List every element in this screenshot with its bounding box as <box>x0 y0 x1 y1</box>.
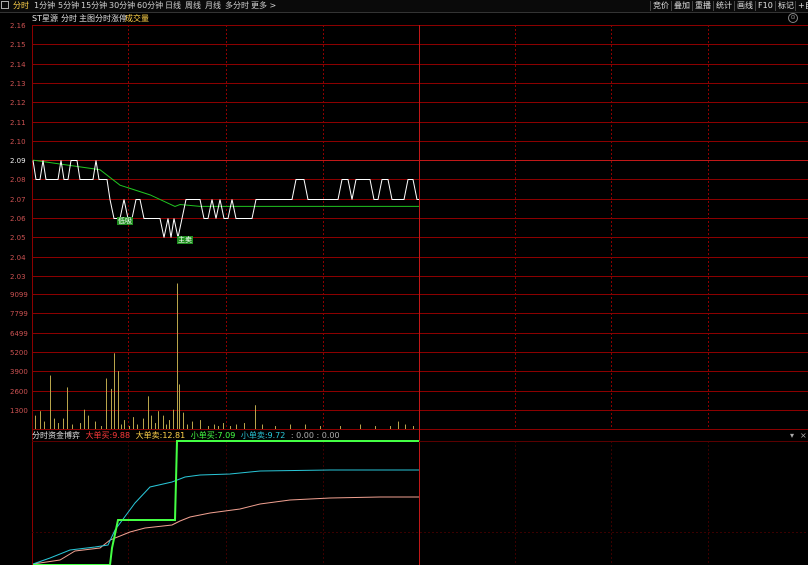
volume-bar <box>340 426 341 429</box>
volume-bar <box>143 418 144 429</box>
volume-bar <box>118 371 119 429</box>
price-tick-label: 2.12 <box>10 98 26 107</box>
volume-bar <box>360 424 361 429</box>
price-tick-label: 2.03 <box>10 272 26 281</box>
volume-bar <box>40 411 41 429</box>
volume-bar <box>208 426 209 429</box>
volume-bar <box>255 405 256 429</box>
volume-bar <box>124 420 125 429</box>
volume-bar <box>275 426 276 429</box>
volume-bar <box>54 418 55 429</box>
volume-bar <box>44 421 45 429</box>
volume-bar <box>223 423 224 429</box>
volume-bar <box>151 415 152 429</box>
volume-bar <box>114 353 115 429</box>
volume-bar <box>305 424 306 429</box>
volume-bar <box>230 426 231 429</box>
volume-bar <box>35 415 36 429</box>
price-tick-label: 2.05 <box>10 233 26 242</box>
big-sell-label: 大单卖: <box>135 431 163 440</box>
volume-bar <box>187 424 188 429</box>
price-tick-label: 2.11 <box>10 118 26 127</box>
volume-bar <box>214 424 215 429</box>
price-tick-label: 2.08 <box>10 175 26 184</box>
volume-bar <box>173 409 174 429</box>
chart-canvas <box>32 25 808 565</box>
volume-bar <box>155 423 156 429</box>
volume-bar <box>121 424 122 429</box>
volume-bar <box>262 424 263 429</box>
volume-tick-label: 6499 <box>10 329 28 338</box>
capital-game-legend: 分时资金博弈 大单买:9.88 大单卖:12.81 小单买:7.09 小单卖:9… <box>32 431 343 441</box>
capital-game-title: 分时资金博弈 <box>32 431 80 440</box>
price-tick-label: 2.07 <box>10 195 26 204</box>
volume-bars <box>35 283 414 429</box>
volume-bar <box>163 415 164 429</box>
volume-bar <box>129 426 130 429</box>
volume-bar <box>398 421 399 429</box>
volume-bar <box>166 424 167 429</box>
big-buy-label: 大单买: <box>85 431 113 440</box>
volume-bar <box>133 417 134 429</box>
volume-bar <box>101 426 102 429</box>
small-buy-value: 7.09 <box>217 431 236 440</box>
volume-bar <box>236 424 237 429</box>
small-buy-label: 小单买: <box>190 431 218 440</box>
volume-tick-label: 3900 <box>10 367 28 376</box>
volume-bar <box>169 420 170 429</box>
price-tick-label: 2.04 <box>10 253 26 262</box>
price-tick-label: 2.14 <box>10 60 26 69</box>
price-tick-label: 2.16 <box>10 21 26 30</box>
price-tick-label: 2.10 <box>10 137 26 146</box>
big-sell-value: 12.81 <box>162 431 186 440</box>
volume-bar <box>88 415 89 429</box>
volume-bar <box>63 418 64 429</box>
volume-bar <box>137 424 138 429</box>
volume-bar <box>244 423 245 429</box>
volume-tick-label: 7799 <box>10 309 28 318</box>
volume-bar <box>95 421 96 429</box>
volume-bar <box>405 424 406 429</box>
volume-bar <box>413 426 414 429</box>
volume-bar <box>390 426 391 429</box>
volume-bar <box>111 388 112 429</box>
price-tick-label: 2.09 <box>10 156 26 165</box>
small-sell-label: 小单卖: <box>240 431 268 440</box>
volume-bar <box>50 375 51 429</box>
volume-bar <box>183 412 184 429</box>
volume-bar <box>192 421 193 429</box>
volume-bar <box>106 378 107 429</box>
volume-tick-label: 9099 <box>10 290 28 299</box>
volume-bar <box>72 424 73 429</box>
low-buy-marker: 低吸 <box>117 217 133 225</box>
volume-tick-label: 2600 <box>10 387 28 396</box>
main-sell-marker: 主卖 <box>177 236 193 244</box>
price-tick-label: 2.15 <box>10 40 26 49</box>
volume-bar <box>320 426 321 429</box>
volume-bar <box>148 396 149 429</box>
volume-bar <box>218 426 219 429</box>
small-sell-value: 9.72 <box>267 431 286 440</box>
volume-bar <box>200 420 201 429</box>
grid-lines <box>32 25 808 565</box>
volume-bar <box>80 423 81 429</box>
volume-bar <box>375 426 376 429</box>
volume-tick-label: 1300 <box>10 406 28 415</box>
volume-bar <box>177 283 178 429</box>
volume-bar <box>67 387 68 429</box>
price-tick-label: 2.13 <box>10 79 26 88</box>
collapse-icon[interactable]: ▾ <box>790 431 794 441</box>
volume-bar <box>84 409 85 429</box>
big-buy-value: 9.88 <box>112 431 131 440</box>
volume-tick-label: 5200 <box>10 348 28 357</box>
price-tick-label: 2.06 <box>10 214 26 223</box>
volume-bar <box>179 384 180 429</box>
extra-values: : 0.00 : 0.00 <box>290 431 340 440</box>
volume-bar <box>290 424 291 429</box>
close-icon[interactable]: × <box>800 431 807 441</box>
volume-bar <box>58 423 59 429</box>
volume-bar <box>158 411 159 429</box>
